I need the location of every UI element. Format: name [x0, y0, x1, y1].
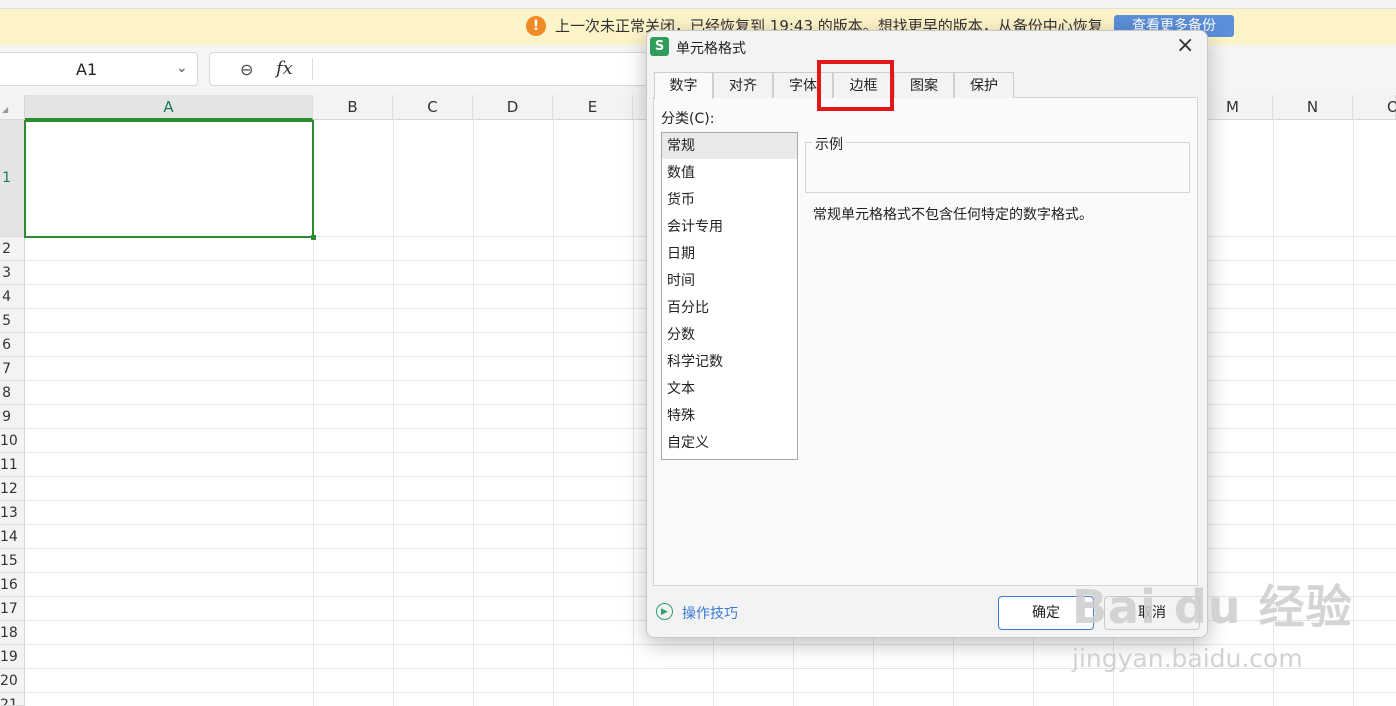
row-header-7[interactable]: 7: [0, 357, 25, 381]
row-header-8[interactable]: 8: [0, 381, 25, 405]
row-header-12[interactable]: 12: [0, 477, 25, 501]
border-tab-highlight-annotation: [817, 60, 894, 111]
grid-line: [1353, 120, 1354, 706]
selected-cell-a1[interactable]: [24, 120, 314, 238]
category-item-percentage[interactable]: 百分比: [662, 295, 797, 321]
name-box-value: A1: [76, 60, 98, 79]
row-header-21[interactable]: 21: [0, 693, 25, 706]
category-item-number[interactable]: 数值: [662, 160, 797, 186]
tab-protection[interactable]: 保护: [954, 72, 1014, 98]
window-top-strip: [0, 0, 1396, 9]
category-item-scientific[interactable]: 科学记数: [662, 349, 797, 375]
row-header-16[interactable]: 16: [0, 573, 25, 597]
sample-box: [805, 142, 1190, 193]
warning-icon: !: [526, 16, 546, 36]
category-item-general[interactable]: 常规: [662, 133, 797, 159]
column-header-c[interactable]: C: [393, 95, 473, 120]
row-header-1[interactable]: 1: [0, 120, 25, 237]
category-item-currency[interactable]: 货币: [662, 187, 797, 213]
grid-line: [393, 120, 394, 706]
row-header-17[interactable]: 17: [0, 597, 25, 621]
tips-link[interactable]: 操作技巧: [682, 603, 738, 623]
category-item-special[interactable]: 特殊: [662, 403, 797, 429]
row-header-10[interactable]: 10: [0, 429, 25, 453]
grid-line: [25, 692, 1396, 693]
category-item-time[interactable]: 时间: [662, 268, 797, 294]
category-item-text[interactable]: 文本: [662, 376, 797, 402]
category-item-fraction[interactable]: 分数: [662, 322, 797, 348]
grid-line: [473, 120, 474, 706]
zoom-icon[interactable]: ⊖: [240, 60, 253, 79]
column-header-b[interactable]: B: [313, 95, 393, 120]
close-icon[interactable]: ×: [1176, 34, 1194, 58]
watermark-url: jingyan.baidu.com: [1072, 644, 1303, 673]
formula-input[interactable]: [209, 52, 649, 86]
row-header-19[interactable]: 19: [0, 645, 25, 669]
tab-pattern[interactable]: 图案: [894, 72, 954, 98]
column-header-d[interactable]: D: [473, 95, 553, 120]
category-item-date[interactable]: 日期: [662, 241, 797, 267]
formula-separator: [312, 58, 313, 80]
column-header-n[interactable]: N: [1273, 95, 1353, 120]
row-header-14[interactable]: 14: [0, 525, 25, 549]
fx-icon[interactable]: fx: [276, 58, 293, 79]
row-header-6[interactable]: 6: [0, 333, 25, 357]
category-item-custom[interactable]: 自定义: [662, 430, 797, 456]
play-icon[interactable]: ▶: [656, 603, 673, 620]
row-header-13[interactable]: 13: [0, 501, 25, 525]
fill-handle[interactable]: [311, 235, 316, 240]
select-all-corner[interactable]: ◢: [0, 95, 25, 120]
sample-label: 示例: [812, 134, 846, 154]
row-header-15[interactable]: 15: [0, 549, 25, 573]
name-box[interactable]: [0, 52, 198, 86]
app-logo-icon: S: [650, 37, 669, 56]
category-label: 分类(C):: [661, 111, 715, 127]
column-header-e[interactable]: E: [553, 95, 633, 120]
row-header-4[interactable]: 4: [0, 285, 25, 309]
dialog-title: 单元格格式: [676, 41, 746, 57]
row-header-11[interactable]: 11: [0, 453, 25, 477]
category-item-accounting[interactable]: 会计专用: [662, 214, 797, 240]
row-header-18[interactable]: 18: [0, 621, 25, 645]
tab-alignment[interactable]: 对齐: [713, 72, 773, 98]
grid-line: [633, 120, 634, 706]
row-header-3[interactable]: 3: [0, 261, 25, 285]
column-header-o[interactable]: O: [1353, 95, 1396, 120]
row-header-2[interactable]: 2: [0, 237, 25, 261]
row-header-20[interactable]: 20: [0, 669, 25, 693]
chevron-down-icon[interactable]: ⌄: [176, 60, 188, 76]
tab-number[interactable]: 数字: [654, 72, 713, 99]
row-header-5[interactable]: 5: [0, 309, 25, 333]
format-description: 常规单元格格式不包含任何特定的数字格式。: [813, 207, 1093, 223]
baidu-jingyan-watermark-logo: Bai du 经验: [1072, 580, 1353, 634]
row-header-9[interactable]: 9: [0, 405, 25, 429]
column-header-a[interactable]: A: [25, 95, 313, 120]
grid-line: [553, 120, 554, 706]
